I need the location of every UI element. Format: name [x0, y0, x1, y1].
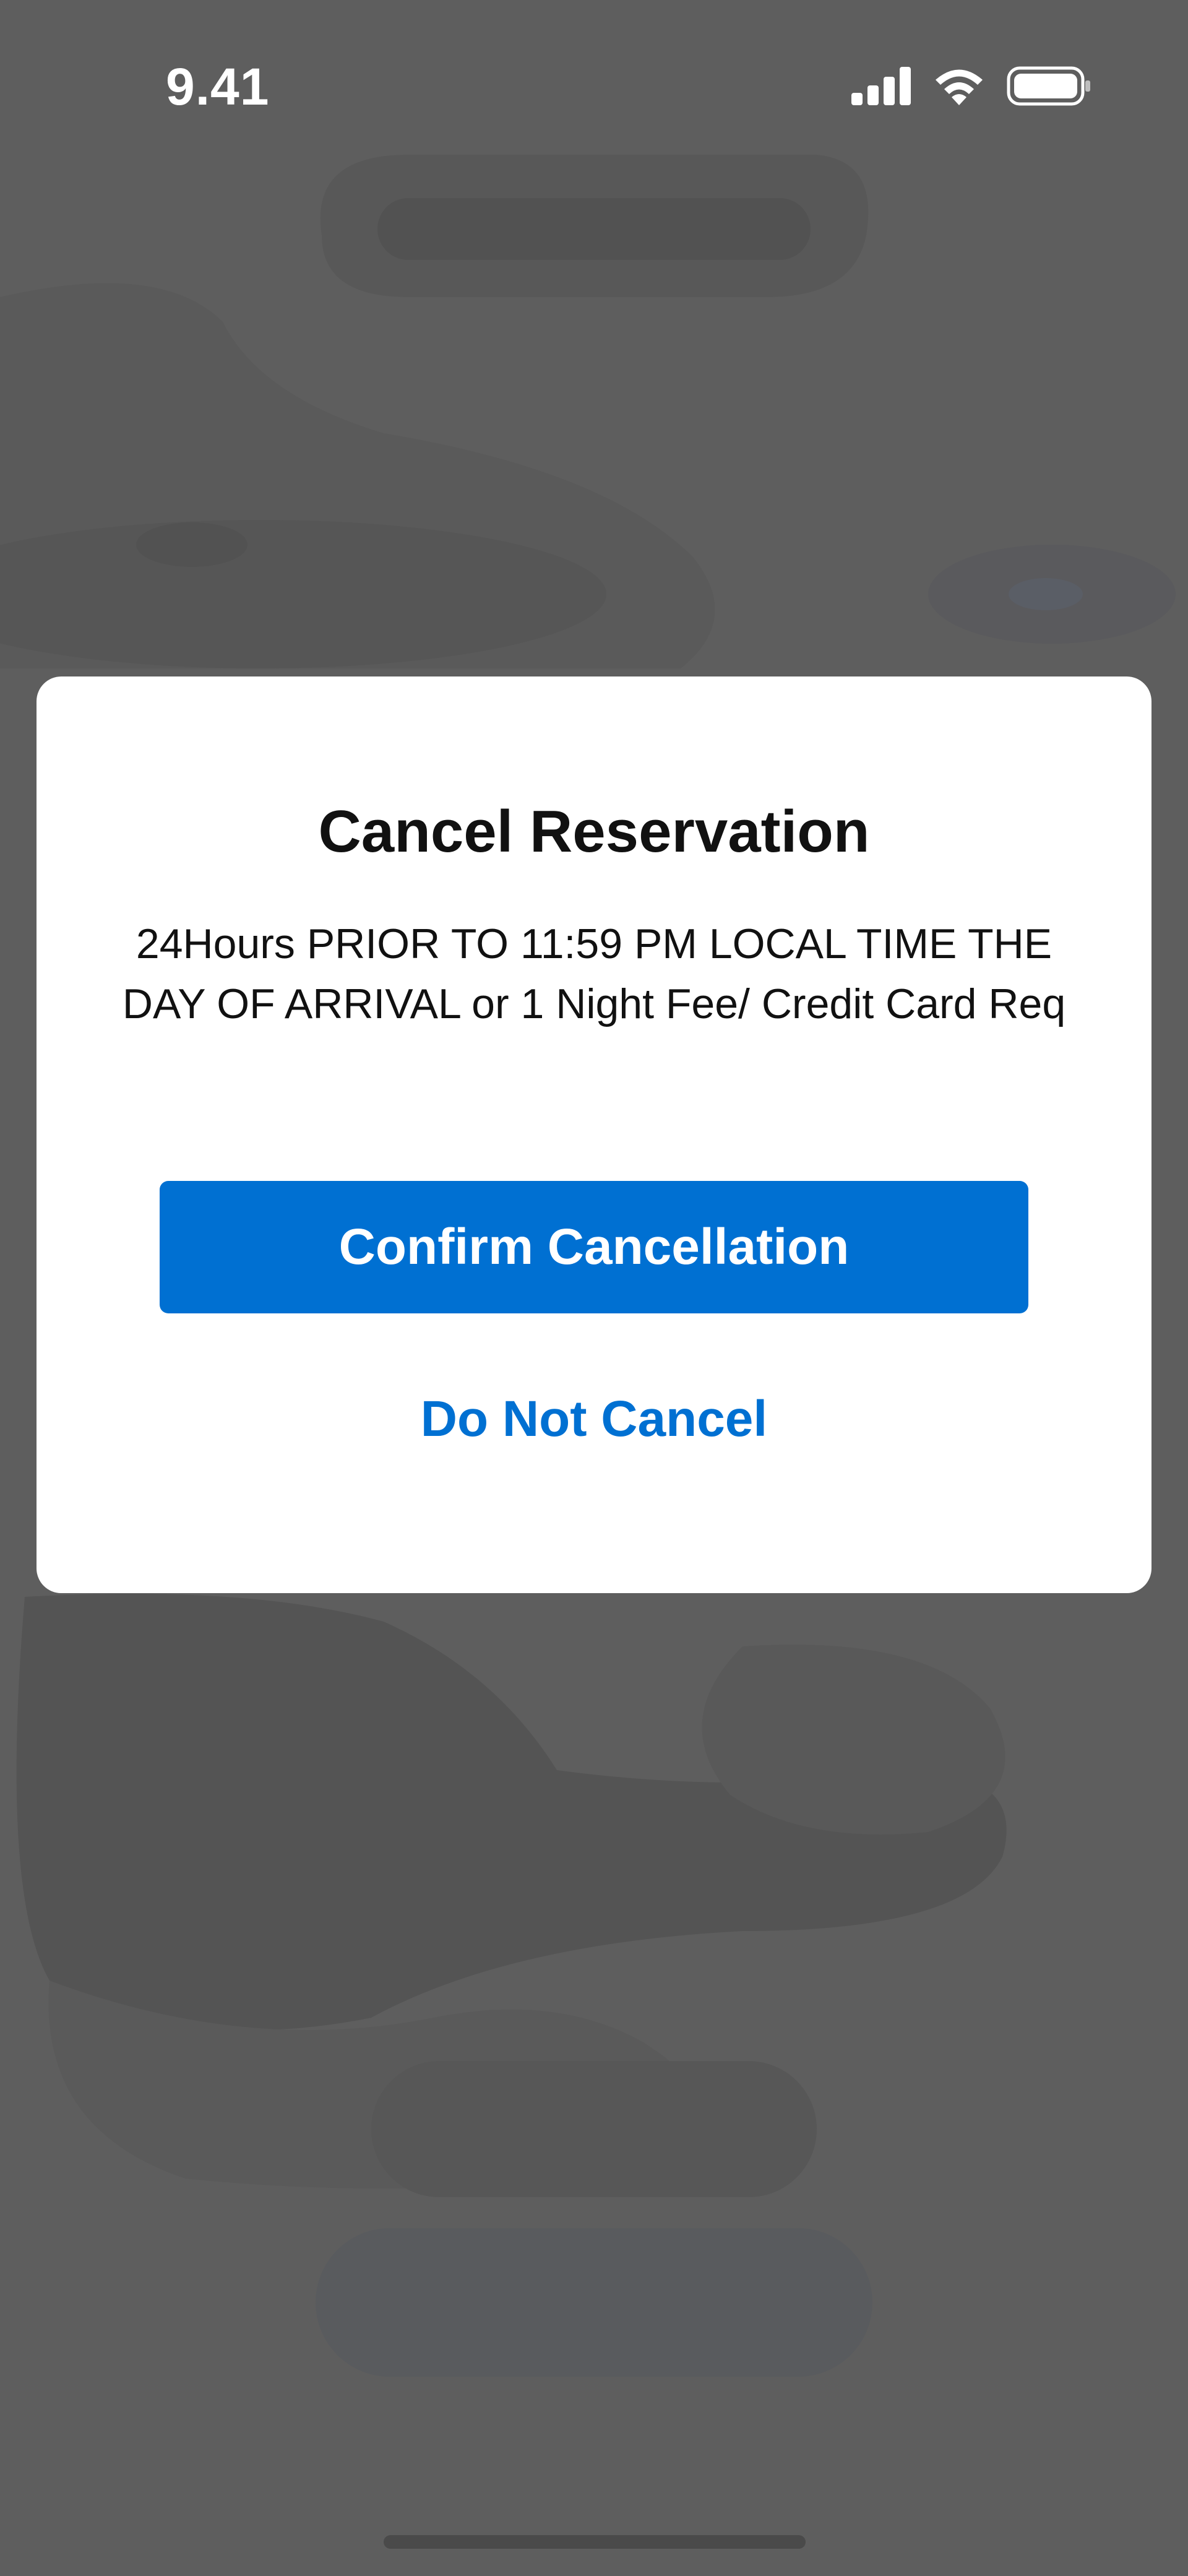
confirm-cancellation-button[interactable]: Confirm Cancellation: [160, 1181, 1028, 1313]
status-time: 9.41: [166, 58, 270, 116]
dialog-title: Cancel Reservation: [318, 798, 870, 865]
cellular-signal-icon: [851, 67, 911, 105]
battery-icon: [1007, 66, 1090, 106]
wifi-icon: [936, 69, 983, 105]
home-indicator[interactable]: [384, 2535, 806, 2549]
do-not-cancel-button[interactable]: Do Not Cancel: [284, 1382, 904, 1456]
cancellation-policy-message: 24Hours PRIOR TO 11:59 PM LOCAL TIME THE…: [122, 920, 1066, 1027]
status-icons: [849, 64, 1096, 114]
cancel-reservation-dialog: Cancel Reservation 24Hours PRIOR TO 11:5…: [37, 676, 1151, 1593]
status-bar: 9.41: [0, 0, 1188, 173]
